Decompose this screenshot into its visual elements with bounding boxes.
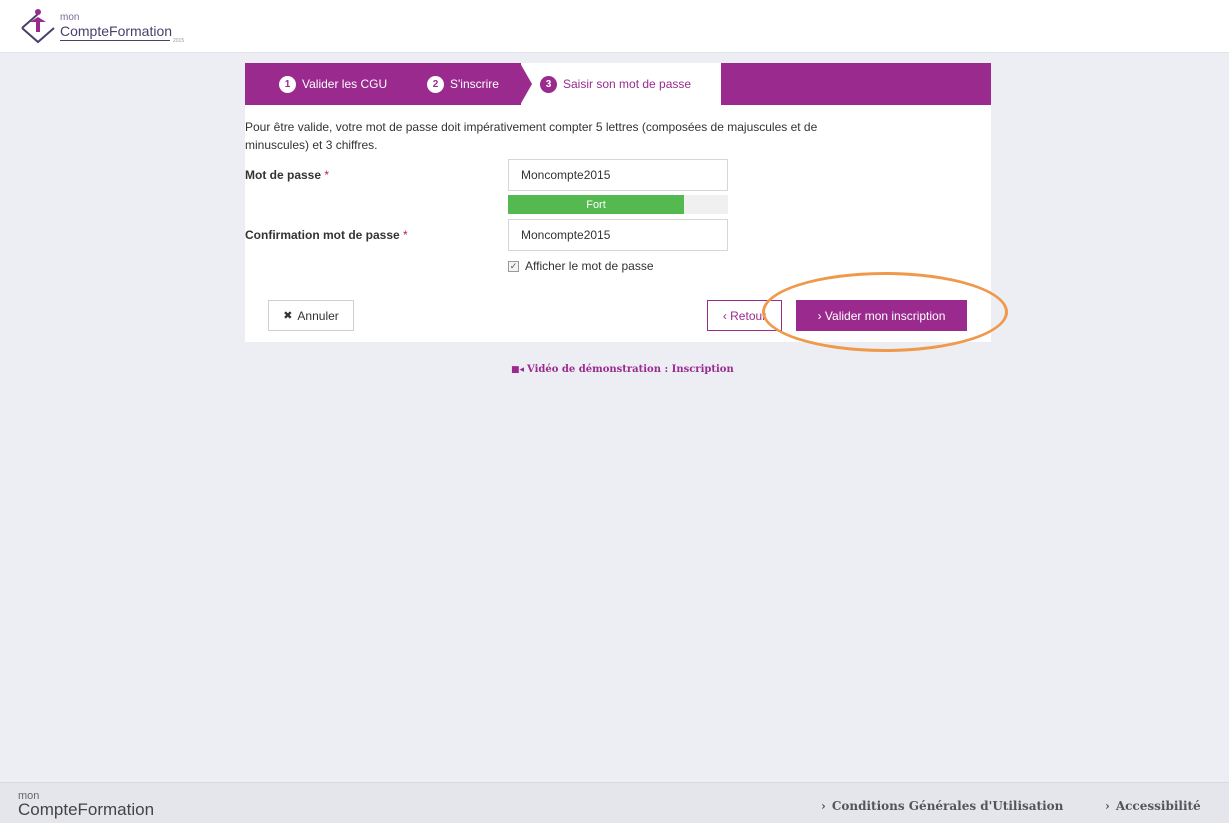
step-inscrire[interactable]: 2 S'inscrire [427,63,499,105]
password-label-text: Mot de passe [245,168,322,182]
footer-link-cgu-label: Conditions Générales d'Utilisation [831,799,1064,813]
step-number: 1 [279,75,296,93]
confirm-password-label: Confirmation mot de passe * [245,228,408,242]
confirm-label-text: Confirmation mot de passe [245,228,400,242]
step-label: S'inscrire [450,77,499,91]
footer-link-accessibility-label: Accessibilité [1115,799,1201,813]
password-strength-meter: Fort [508,195,728,214]
footer: mon CompteFormation › Conditions Générale… [0,782,1229,823]
header: mon CompteFormation 2015 [0,0,1229,53]
password-rules: Pour être valide, votre mot de passe doi… [245,118,945,154]
demo-video-link[interactable]: ■◂ Vidéo de démonstration : Inscription [511,364,734,375]
show-password-toggle[interactable]: ✓ Afficher le mot de passe [508,259,654,273]
step-number: 3 [540,75,557,93]
highlight-annotation [762,272,1008,352]
steps-bar: 1 Valider les CGU 2 S'inscrire 3 Saisir … [245,63,991,105]
footer-link-accessibility[interactable]: › Accessibilité [1105,799,1201,813]
required-mark: * [403,228,408,242]
video-camera-icon: ■◂ [511,364,525,375]
step-label: Valider les CGU [302,77,388,91]
logo-underline [60,40,170,41]
show-password-label: Afficher le mot de passe [525,259,654,273]
footer-link-cgu[interactable]: › Conditions Générales d'Utilisation [821,799,1063,813]
required-mark: * [324,168,330,182]
cancel-label: Annuler [297,308,339,323]
confirm-password-input[interactable]: Moncompte2015 [508,219,728,251]
logo-text: CompteFormation [60,23,173,39]
password-label: Mot de passe * [245,168,329,182]
password-input[interactable]: Moncompte2015 [508,159,728,191]
logo[interactable]: mon CompteFormation 2015 [18,8,208,48]
password-rules-line1: Pour être valide, votre mot de passe doi… [245,120,818,134]
logo-mon: mon [60,12,80,23]
checkbox-checked-icon[interactable]: ✓ [508,260,519,272]
logo-diamond-icon [21,9,55,44]
step-mot-de-passe[interactable]: 3 Saisir son mot de passe [520,63,721,105]
footer-logo-text: CompteFormation [18,800,155,819]
step-number: 2 [427,75,444,93]
password-strength-fill: Fort [508,195,684,214]
close-icon: ✖ [283,310,293,322]
footer-logo[interactable]: mon CompteFormation [18,791,154,819]
demo-video-label: Vidéo de démonstration : Inscription [527,364,734,375]
step-label: Saisir son mot de passe [563,77,692,91]
logo-sub: 2015 [173,38,185,44]
cancel-button[interactable]: ✖ Annuler [268,300,354,331]
password-rules-line2: minuscules) et 3 chiffres. [245,138,378,152]
chevron-right-icon: › [821,799,826,813]
step-valider-cgu[interactable]: 1 Valider les CGU [279,63,387,105]
chevron-right-icon: › [1105,799,1110,813]
